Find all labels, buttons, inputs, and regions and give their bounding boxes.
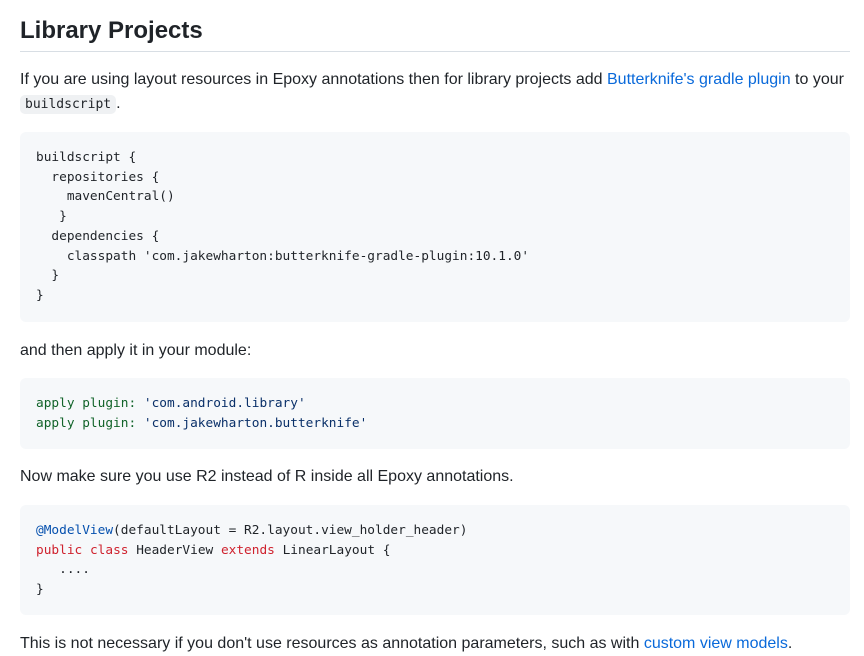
- intro-paragraph: If you are using layout resources in Epo…: [20, 68, 850, 117]
- keyword-extends: extends: [220, 542, 275, 558]
- superclass: LinearLayout {: [274, 542, 391, 558]
- code-line: }: [36, 209, 67, 225]
- butterknife-gradle-plugin-link[interactable]: Butterknife's gradle plugin: [607, 71, 791, 88]
- section-heading: Library Projects: [20, 17, 203, 44]
- intro-end: .: [116, 95, 121, 112]
- class-body: ....: [36, 562, 90, 578]
- keyword-class: class: [89, 542, 129, 558]
- keyword-public: public: [36, 542, 83, 558]
- code-line: buildscript {: [36, 150, 137, 165]
- class-name: HeaderView: [128, 542, 221, 558]
- apply-paragraph: and then apply it in your module:: [20, 342, 252, 359]
- apply-plugin-code-block[interactable]: apply plugin: 'com.android.library' appl…: [20, 378, 850, 449]
- buildscript-inline-code: buildscript: [20, 95, 117, 114]
- annotation-args: (defaultLayout = R2.layout.view_holder_h…: [113, 523, 468, 538]
- code-line: }: [36, 268, 60, 284]
- header-view-code-block[interactable]: @ModelView(defaultLayout = R2.layout.vie…: [20, 505, 850, 615]
- buildscript-code-block[interactable]: buildscript { repositories { mavenCentra…: [20, 132, 850, 322]
- code-line: repositories {: [36, 169, 160, 185]
- model-view-annotation: @ModelView: [36, 523, 114, 538]
- code-line: dependencies {: [36, 228, 160, 244]
- r2-paragraph: Now make sure you use R2 instead of R in…: [20, 468, 514, 485]
- footer-end: .: [787, 635, 793, 652]
- custom-view-models-link[interactable]: custom view models: [644, 635, 788, 652]
- intro-text-after: to your: [790, 71, 844, 88]
- intro-text-before: If you are using layout resources in Epo…: [20, 71, 607, 88]
- footer-text-before: This is not necessary if you don't use r…: [20, 635, 644, 652]
- apply-plugin-label: apply plugin:: [36, 396, 137, 411]
- apply-plugin-label: apply plugin:: [36, 415, 137, 431]
- code-line: mavenCentral(): [36, 189, 175, 205]
- closing-brace: }: [36, 582, 44, 598]
- code-line: classpath 'com.jakewharton:butterknife-g…: [36, 248, 530, 264]
- code-line: }: [36, 287, 44, 303]
- footer-paragraph: This is not necessary if you don't use r…: [20, 632, 850, 656]
- heading-divider: [20, 51, 850, 52]
- library-plugin-string: 'com.android.library': [136, 396, 306, 411]
- butterknife-plugin-string: 'com.jakewharton.butterknife': [136, 415, 368, 431]
